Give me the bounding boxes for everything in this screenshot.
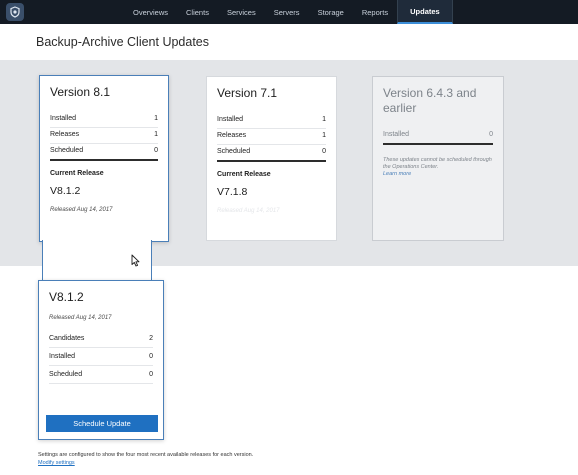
stat-label: Installed <box>49 353 76 360</box>
stat-row-releases: Releases 1 <box>50 128 158 144</box>
main-nav: Overviews Clients Services Servers Stora… <box>124 0 453 24</box>
stat-value: 1 <box>322 132 326 139</box>
stat-label: Scheduled <box>49 371 83 378</box>
stat-row-scheduled: Scheduled 0 <box>49 366 153 384</box>
stat-row-installed: Installed 0 <box>49 348 153 366</box>
stat-value: 0 <box>149 371 153 378</box>
modify-settings-link[interactable]: Modify settings <box>38 460 75 466</box>
stat-label: Releases <box>217 132 247 139</box>
nav-overviews[interactable]: Overviews <box>124 0 177 24</box>
release-details-card: V8.1.2 Released Aug 14, 2017 Candidates … <box>38 280 164 440</box>
nav-servers[interactable]: Servers <box>265 0 309 24</box>
version-card-title: Version 6.4.3 and earlier <box>383 86 477 115</box>
version-stats: Installed 1 Releases 1 Scheduled 0 <box>217 113 326 162</box>
nav-services[interactable]: Services <box>218 0 265 24</box>
stat-row-candidates: Candidates 2 <box>49 330 153 348</box>
release-stats: Candidates 2 Installed 0 Scheduled 0 <box>49 330 153 384</box>
release-date: Released Aug 14, 2017 <box>50 207 113 213</box>
stat-row-installed: Installed 1 <box>50 112 158 128</box>
schedule-update-button[interactable]: Schedule Update <box>46 415 158 432</box>
current-release-label: Current Release <box>217 171 271 178</box>
version-card-7-1[interactable]: Version 7.1 Installed 1 Releases 1 Sched… <box>206 76 337 241</box>
stat-value: 0 <box>489 131 493 138</box>
stat-label: Scheduled <box>217 148 251 155</box>
stat-value: 0 <box>154 147 158 154</box>
current-release-version: V7.1.8 <box>217 186 248 198</box>
stat-label: Candidates <box>49 335 85 342</box>
settings-info-text: Settings are configured to show the four… <box>38 452 254 458</box>
stat-label: Installed <box>383 131 410 138</box>
stat-value: 0 <box>322 148 326 155</box>
version-card-title: Version 8.1 <box>50 85 111 99</box>
stat-value: 1 <box>322 116 326 123</box>
stat-row-installed: Installed 1 <box>217 113 326 129</box>
release-details-title: V8.1.2 <box>49 290 84 304</box>
version-card-8-1[interactable]: Version 8.1 Installed 1 Releases 1 Sched… <box>39 75 169 242</box>
schedule-note-text: These updates cannot be scheduled throug… <box>383 157 492 170</box>
page-title: Backup-Archive Client Updates <box>36 35 209 49</box>
top-navigation-bar: Overviews Clients Services Servers Stora… <box>0 0 578 24</box>
stat-row-scheduled: Scheduled 0 <box>50 144 158 161</box>
shield-logo-icon[interactable] <box>6 3 24 21</box>
version-stats: Installed 0 <box>383 128 493 145</box>
current-release-label: Current Release <box>50 170 104 177</box>
nav-storage[interactable]: Storage <box>309 0 353 24</box>
stat-value: 2 <box>149 335 153 342</box>
stat-value: 1 <box>154 131 158 138</box>
stat-row-installed: Installed 0 <box>383 128 493 145</box>
schedule-note: These updates cannot be scheduled throug… <box>383 157 493 178</box>
learn-more-link[interactable]: Learn more <box>383 171 493 178</box>
stat-label: Releases <box>50 131 80 138</box>
current-release-version: V8.1.2 <box>50 185 81 197</box>
stat-value: 1 <box>154 115 158 122</box>
stat-label: Scheduled <box>50 147 84 154</box>
stat-row-scheduled: Scheduled 0 <box>217 145 326 162</box>
stat-row-releases: Releases 1 <box>217 129 326 145</box>
nav-reports[interactable]: Reports <box>353 0 397 24</box>
release-date: Released Aug 14, 2017 <box>217 208 280 214</box>
version-card-6-4-3: Version 6.4.3 and earlier Installed 0 Th… <box>372 76 504 241</box>
stat-value: 0 <box>149 353 153 360</box>
release-date: Released Aug 14, 2017 <box>49 315 112 321</box>
stat-label: Installed <box>217 116 244 123</box>
version-stats: Installed 1 Releases 1 Scheduled 0 <box>50 112 158 161</box>
mouse-pointer-icon <box>131 254 140 272</box>
stat-label: Installed <box>50 115 77 122</box>
nav-updates[interactable]: Updates <box>397 0 453 24</box>
version-card-title: Version 7.1 <box>217 86 278 100</box>
nav-clients[interactable]: Clients <box>177 0 218 24</box>
